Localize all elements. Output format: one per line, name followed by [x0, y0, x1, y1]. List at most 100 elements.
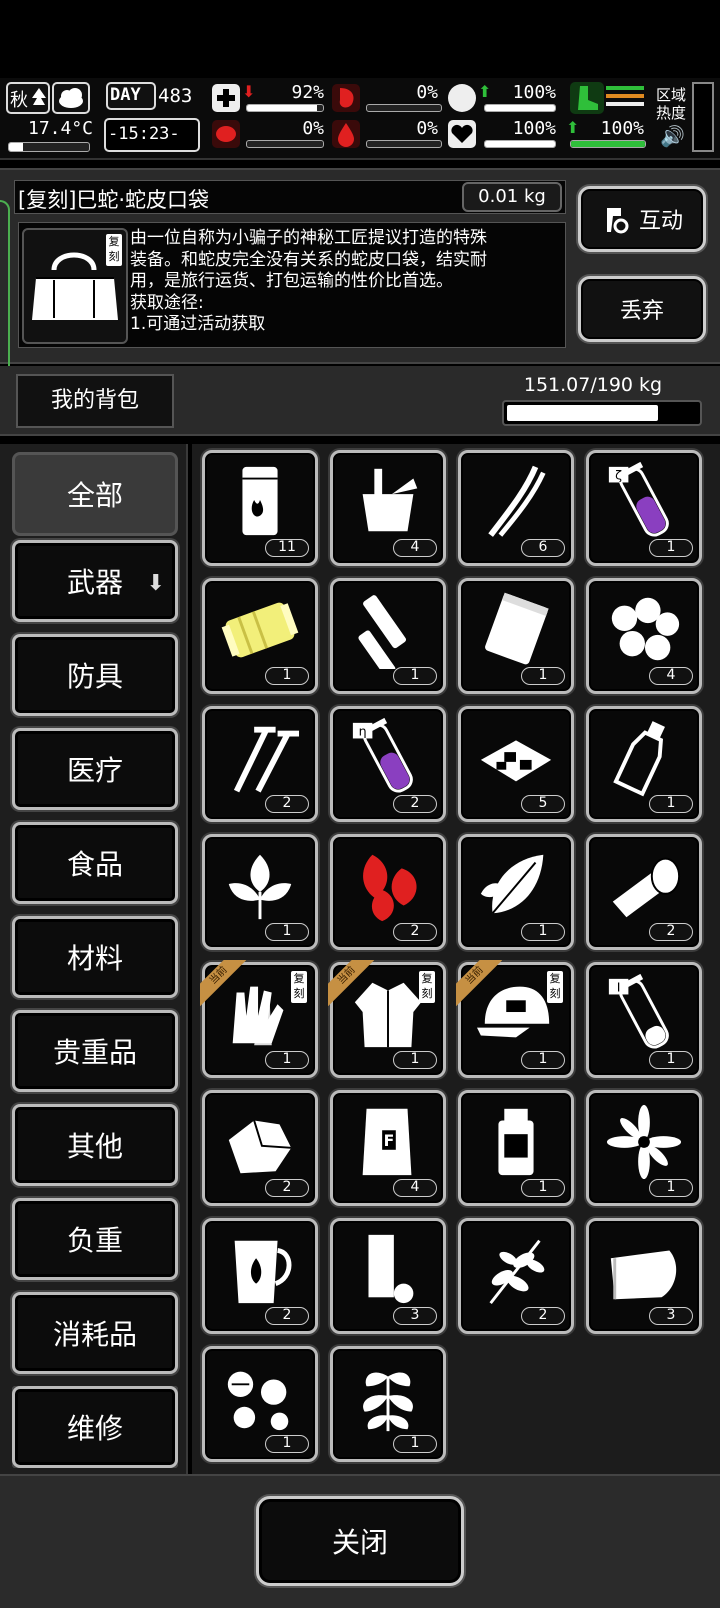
- item-count: 2: [265, 1307, 309, 1325]
- inventory-slot[interactable]: ζ1: [586, 450, 702, 566]
- inventory-slot[interactable]: 2: [202, 1090, 318, 1206]
- item-count: 2: [265, 1179, 309, 1197]
- equipped-ribbon: 当前: [328, 960, 374, 1006]
- inventory-slot[interactable]: 当前 复刻 1: [456, 960, 574, 1078]
- svg-text:I: I: [617, 980, 621, 995]
- svg-text:ζ: ζ: [615, 468, 622, 483]
- backpack-label: 我的背包: [16, 374, 174, 428]
- item-count: 1: [649, 795, 693, 813]
- inventory-slot[interactable]: 1: [586, 1090, 702, 1206]
- category-tab[interactable]: 消耗品: [12, 1292, 178, 1374]
- inventory-slot[interactable]: 4: [330, 450, 446, 566]
- batteries-icon: [358, 595, 407, 669]
- category-tab[interactable]: 武器 ⬇: [12, 540, 178, 622]
- rock-icon: [228, 1120, 292, 1174]
- category-label: 防具: [66, 660, 123, 693]
- interact-button[interactable]: 互动: [578, 186, 706, 252]
- herb-stalks-icon: [488, 465, 546, 537]
- expand-arrow-icon: ⬇: [146, 571, 165, 596]
- day-label: DAY: [110, 85, 141, 105]
- category-label: 医疗: [66, 754, 123, 787]
- category-tab[interactable]: 材料: [12, 916, 178, 998]
- stamina-line-3: [606, 102, 644, 106]
- item-count: 2: [649, 923, 693, 941]
- inventory-slot[interactable]: I1: [586, 962, 702, 1078]
- inventory-slot[interactable]: 2: [458, 1218, 574, 1334]
- item-count: 3: [649, 1307, 693, 1325]
- hunger-bar: [366, 104, 442, 112]
- inventory-slot[interactable]: 1: [458, 834, 574, 950]
- inventory-slot[interactable]: 1: [202, 578, 318, 694]
- item-count: 1: [649, 1051, 693, 1069]
- inventory-slot[interactable]: 1: [586, 706, 702, 822]
- category-tab[interactable]: 维修: [12, 1386, 178, 1468]
- item-count: 4: [393, 539, 437, 557]
- desc-line: 获取途径:: [130, 292, 204, 313]
- herb-branch-icon: [489, 1239, 545, 1305]
- inventory-slot[interactable]: 1: [458, 578, 574, 694]
- category-label: 贵重品: [52, 1036, 137, 1069]
- category-tab[interactable]: 食品: [12, 822, 178, 904]
- category-tab[interactable]: 贵重品: [12, 1010, 178, 1092]
- equipped-ribbon: 当前: [456, 960, 502, 1006]
- inventory-slot[interactable]: 3: [586, 1218, 702, 1334]
- crackers-icon: [480, 740, 552, 782]
- inventory-slot[interactable]: 2: [586, 834, 702, 950]
- item-count: 3: [393, 1307, 437, 1325]
- inventory-slot[interactable]: 1: [330, 578, 446, 694]
- item-count: 1: [521, 667, 565, 685]
- discard-button[interactable]: 丢弃: [578, 276, 706, 342]
- inventory-slot[interactable]: 1: [202, 834, 318, 950]
- item-count: 1: [521, 923, 565, 941]
- svg-text:F: F: [384, 1132, 395, 1150]
- tea-pitcher-icon: [234, 1240, 292, 1304]
- category-tab[interactable]: 其他: [12, 1104, 178, 1186]
- item-count: 1: [393, 667, 437, 685]
- capsule-icon: [448, 84, 476, 112]
- inventory-slot[interactable]: 11: [202, 450, 318, 566]
- tube-icon: [368, 1234, 414, 1304]
- item-count: 1: [649, 1179, 693, 1197]
- desc-line: 用，是旅行运货、打包运输的性价比首选。: [130, 271, 453, 291]
- inventory-slot[interactable]: η2: [330, 706, 446, 822]
- pills-icon: [227, 1371, 289, 1431]
- inventory-slot[interactable]: F4: [330, 1090, 446, 1206]
- health-bar: [246, 104, 324, 112]
- inventory-slot[interactable]: 2: [202, 706, 318, 822]
- inventory-slot[interactable]: 2: [202, 1218, 318, 1334]
- item-title: [复刻]巳蛇·蛇皮口袋: [18, 188, 210, 212]
- stamina-line-2: [606, 94, 644, 98]
- thermometer-bar: [8, 142, 90, 152]
- item-count: 5: [521, 795, 565, 813]
- leaf-icon: [480, 854, 544, 914]
- item-count: 1: [265, 1051, 309, 1069]
- brain-bar: [246, 140, 324, 148]
- inventory-slot[interactable]: 3: [330, 1218, 446, 1334]
- inventory-slot[interactable]: 当前 复刻 1: [200, 960, 318, 1078]
- inventory-slot[interactable]: 2: [330, 834, 446, 950]
- inventory-slot[interactable]: 1: [330, 1346, 446, 1462]
- bottle-icon: [613, 721, 665, 797]
- category-all[interactable]: 全部: [12, 452, 178, 536]
- inventory-slot[interactable]: 1: [202, 1346, 318, 1462]
- category-tab[interactable]: 医疗: [12, 728, 178, 810]
- brain-icon: [212, 120, 240, 148]
- shield-bar: [484, 104, 556, 112]
- inventory-slot[interactable]: 6: [458, 450, 574, 566]
- category-tab[interactable]: 负重: [12, 1198, 178, 1280]
- cotton-balls-icon: [611, 597, 680, 661]
- category-tab[interactable]: 防具: [12, 634, 178, 716]
- inventory-slot[interactable]: 5: [458, 706, 574, 822]
- inventory-slot[interactable]: 4: [586, 578, 702, 694]
- close-button[interactable]: 关闭: [256, 1496, 464, 1586]
- item-count: 2: [393, 923, 437, 941]
- discard-label: 丢弃: [619, 299, 664, 324]
- desc-line: 由一位自称为小骗子的神秘工匠提议打造的特殊: [130, 228, 487, 248]
- speaker-icon[interactable]: 🔊: [660, 124, 685, 148]
- category-label: 全部: [66, 479, 123, 512]
- inventory-slot[interactable]: 1: [458, 1090, 574, 1206]
- item-count: 4: [393, 1179, 437, 1197]
- hunger-pct: 0%: [416, 82, 438, 103]
- inventory-slot[interactable]: 当前 复刻 1: [328, 960, 446, 1078]
- brain-pct: 0%: [302, 118, 324, 139]
